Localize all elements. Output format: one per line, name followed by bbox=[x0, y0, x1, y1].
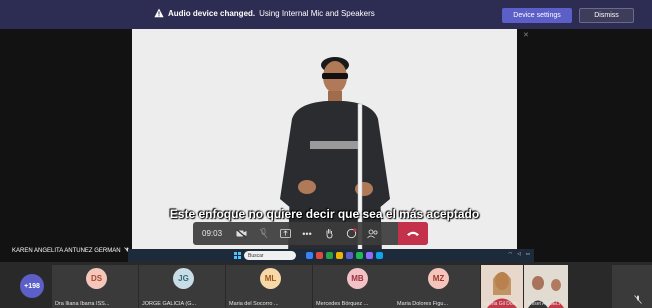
participant-name: Arliset ANGELITA bbox=[527, 301, 567, 307]
meeting-control-bar: 09:03 ••• bbox=[193, 222, 428, 245]
participant-name: Gloria Gil Dolfo bbox=[484, 301, 518, 307]
chat-icon bbox=[346, 228, 357, 239]
taskbar-app-icon[interactable] bbox=[336, 252, 343, 259]
caption-line-1: Este enfoque no quiere decir que sea el … bbox=[169, 207, 480, 221]
chat-button[interactable] bbox=[340, 222, 362, 245]
raise-hand-button[interactable] bbox=[318, 222, 340, 245]
avatar: MB bbox=[347, 268, 368, 289]
presenter-name: KAREN ANGELITA ANTUNEZ GERMAN bbox=[12, 247, 121, 254]
dismiss-button[interactable]: Dismiss bbox=[579, 8, 634, 23]
avatar: MZ bbox=[428, 268, 449, 289]
more-icon: ••• bbox=[302, 228, 312, 239]
participants-button[interactable] bbox=[362, 222, 384, 245]
mic-off-icon bbox=[634, 295, 642, 304]
banner-message: Audio device changed. Using Internal Mic… bbox=[154, 8, 375, 18]
call-timer: 09:03 bbox=[202, 229, 223, 238]
mic-toggle-button[interactable] bbox=[252, 222, 274, 245]
participant-tile[interactable]: JG JORGE GALICIA (G... bbox=[139, 265, 225, 308]
participant-tile[interactable]: MB Mercedes Bórquez ... bbox=[313, 265, 399, 308]
participant-name: Mercedes Bórquez ... bbox=[316, 301, 369, 307]
warning-icon bbox=[154, 8, 164, 18]
notification-banner: Audio device changed. Using Internal Mic… bbox=[0, 0, 652, 29]
more-options-button[interactable]: ••• bbox=[296, 222, 318, 245]
taskbar-app-icon[interactable] bbox=[306, 252, 313, 259]
participant-video-tile[interactable]: Arliset ANGELITA bbox=[524, 265, 568, 308]
windows-start-icon[interactable] bbox=[234, 252, 241, 259]
system-tray: ◠ ◁ ▭ bbox=[508, 251, 530, 257]
participant-tile[interactable]: MZ Maria Dolores Figu... bbox=[394, 265, 480, 308]
participant-name: JORGE GALICIA (G... bbox=[142, 301, 197, 307]
avatar: DS bbox=[86, 268, 107, 289]
taskbar-app-icon[interactable] bbox=[376, 252, 383, 259]
banner-title: Audio device changed. bbox=[168, 8, 256, 18]
raise-hand-icon bbox=[326, 229, 333, 239]
participant-name: Dra Iliana Ibarra ISS... bbox=[55, 301, 110, 307]
tray-volume-icon[interactable]: ◁ bbox=[517, 251, 520, 257]
presenter-name-label: KAREN ANGELITA ANTUNEZ GERMAN bbox=[12, 247, 131, 254]
phone-hangup-icon bbox=[407, 231, 419, 236]
more-participants-button[interactable]: +198 bbox=[20, 274, 44, 298]
participant-video-tile[interactable]: Gloria Gil Dolfo bbox=[481, 265, 523, 308]
taskbar-app-icon[interactable] bbox=[346, 252, 353, 259]
taskbar-app-icon[interactable] bbox=[326, 252, 333, 259]
participant-name: Maria Dolores Figu... bbox=[397, 301, 449, 307]
taskbar-search[interactable]: Buscar bbox=[244, 251, 296, 260]
taskbar-app-icon[interactable] bbox=[366, 252, 373, 259]
avatar: ML bbox=[260, 268, 281, 289]
tray-battery-icon[interactable]: ▭ bbox=[526, 251, 530, 257]
main-stage: Este enfoque no quiere decir que sea el … bbox=[0, 29, 652, 262]
participant-name: Maria del Socorro ... bbox=[229, 301, 279, 307]
banner-text: Using Internal Mic and Speakers bbox=[259, 8, 375, 18]
share-icon bbox=[279, 229, 291, 238]
hang-up-button[interactable] bbox=[398, 222, 428, 245]
camera-toggle-button[interactable] bbox=[230, 222, 252, 245]
camera-off-icon bbox=[235, 229, 246, 238]
tray-wifi-icon[interactable]: ◠ bbox=[508, 251, 512, 257]
taskbar-app-icon[interactable] bbox=[356, 252, 363, 259]
os-taskbar: Buscar ◠ ◁ ▭ bbox=[128, 249, 534, 262]
device-settings-button[interactable]: Device settings bbox=[502, 8, 572, 23]
participant-strip: +198 DS Dra Iliana Ibarra ISS... JG JORG… bbox=[0, 262, 652, 308]
close-icon[interactable]: ✕ bbox=[523, 31, 529, 39]
mic-icon bbox=[259, 228, 267, 239]
participant-tile[interactable]: DS Dra Iliana Ibarra ISS... bbox=[52, 265, 138, 308]
avatar: JG bbox=[173, 268, 194, 289]
participant-tile[interactable] bbox=[612, 265, 652, 308]
share-screen-button[interactable] bbox=[274, 222, 296, 245]
people-icon bbox=[367, 229, 378, 238]
participant-tile[interactable]: ML Maria del Socorro ... bbox=[226, 265, 312, 308]
taskbar-app-icon[interactable] bbox=[316, 252, 323, 259]
shared-video: Este enfoque no quiere decir que sea el … bbox=[132, 29, 517, 254]
taskbar-search-text: Buscar bbox=[248, 252, 264, 259]
